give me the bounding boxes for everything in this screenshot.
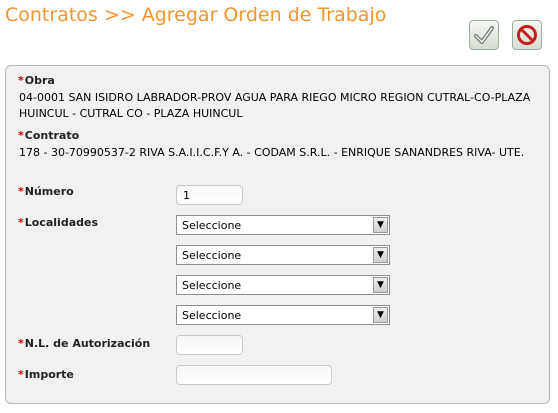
- numero-input[interactable]: [176, 185, 243, 205]
- localidad-select-1[interactable]: Seleccione ▼: [176, 215, 390, 235]
- localidad-select-4[interactable]: Seleccione ▼: [176, 305, 390, 325]
- localidades-label: *Localidades: [18, 216, 98, 229]
- obra-value: 04-0001 SAN ISIDRO LABRADOR-PROV AGUA PA…: [19, 91, 531, 120]
- nl-autorizacion-label: *N.L. de Autorización: [18, 337, 151, 350]
- chevron-down-icon: ▼: [373, 307, 388, 323]
- prohibited-icon: [517, 25, 537, 45]
- nl-autorizacion-input[interactable]: [176, 335, 243, 355]
- importe-label: *Importe: [18, 368, 74, 381]
- check-icon: [474, 26, 494, 44]
- localidad-select-3[interactable]: Seleccione ▼: [176, 275, 390, 295]
- contrato-value: 178 - 30-70990537-2 RIVA S.A.I.I.C.F.Y A…: [19, 146, 525, 159]
- chevron-down-icon: ▼: [373, 247, 388, 263]
- localidad-select-2[interactable]: Seleccione ▼: [176, 245, 390, 265]
- obra-label: *Obra: [18, 74, 55, 87]
- accept-button[interactable]: [469, 20, 499, 50]
- contrato-label: *Contrato: [18, 129, 80, 142]
- chevron-down-icon: ▼: [373, 217, 388, 233]
- page-title: Contratos >> Agregar Orden de Trabajo: [5, 4, 387, 26]
- order-form-panel: *Obra 04-0001 SAN ISIDRO LABRADOR-PROV A…: [5, 65, 550, 404]
- importe-input[interactable]: [176, 365, 332, 385]
- cancel-button[interactable]: [512, 20, 542, 50]
- numero-label: *Número: [18, 185, 74, 198]
- chevron-down-icon: ▼: [373, 277, 388, 293]
